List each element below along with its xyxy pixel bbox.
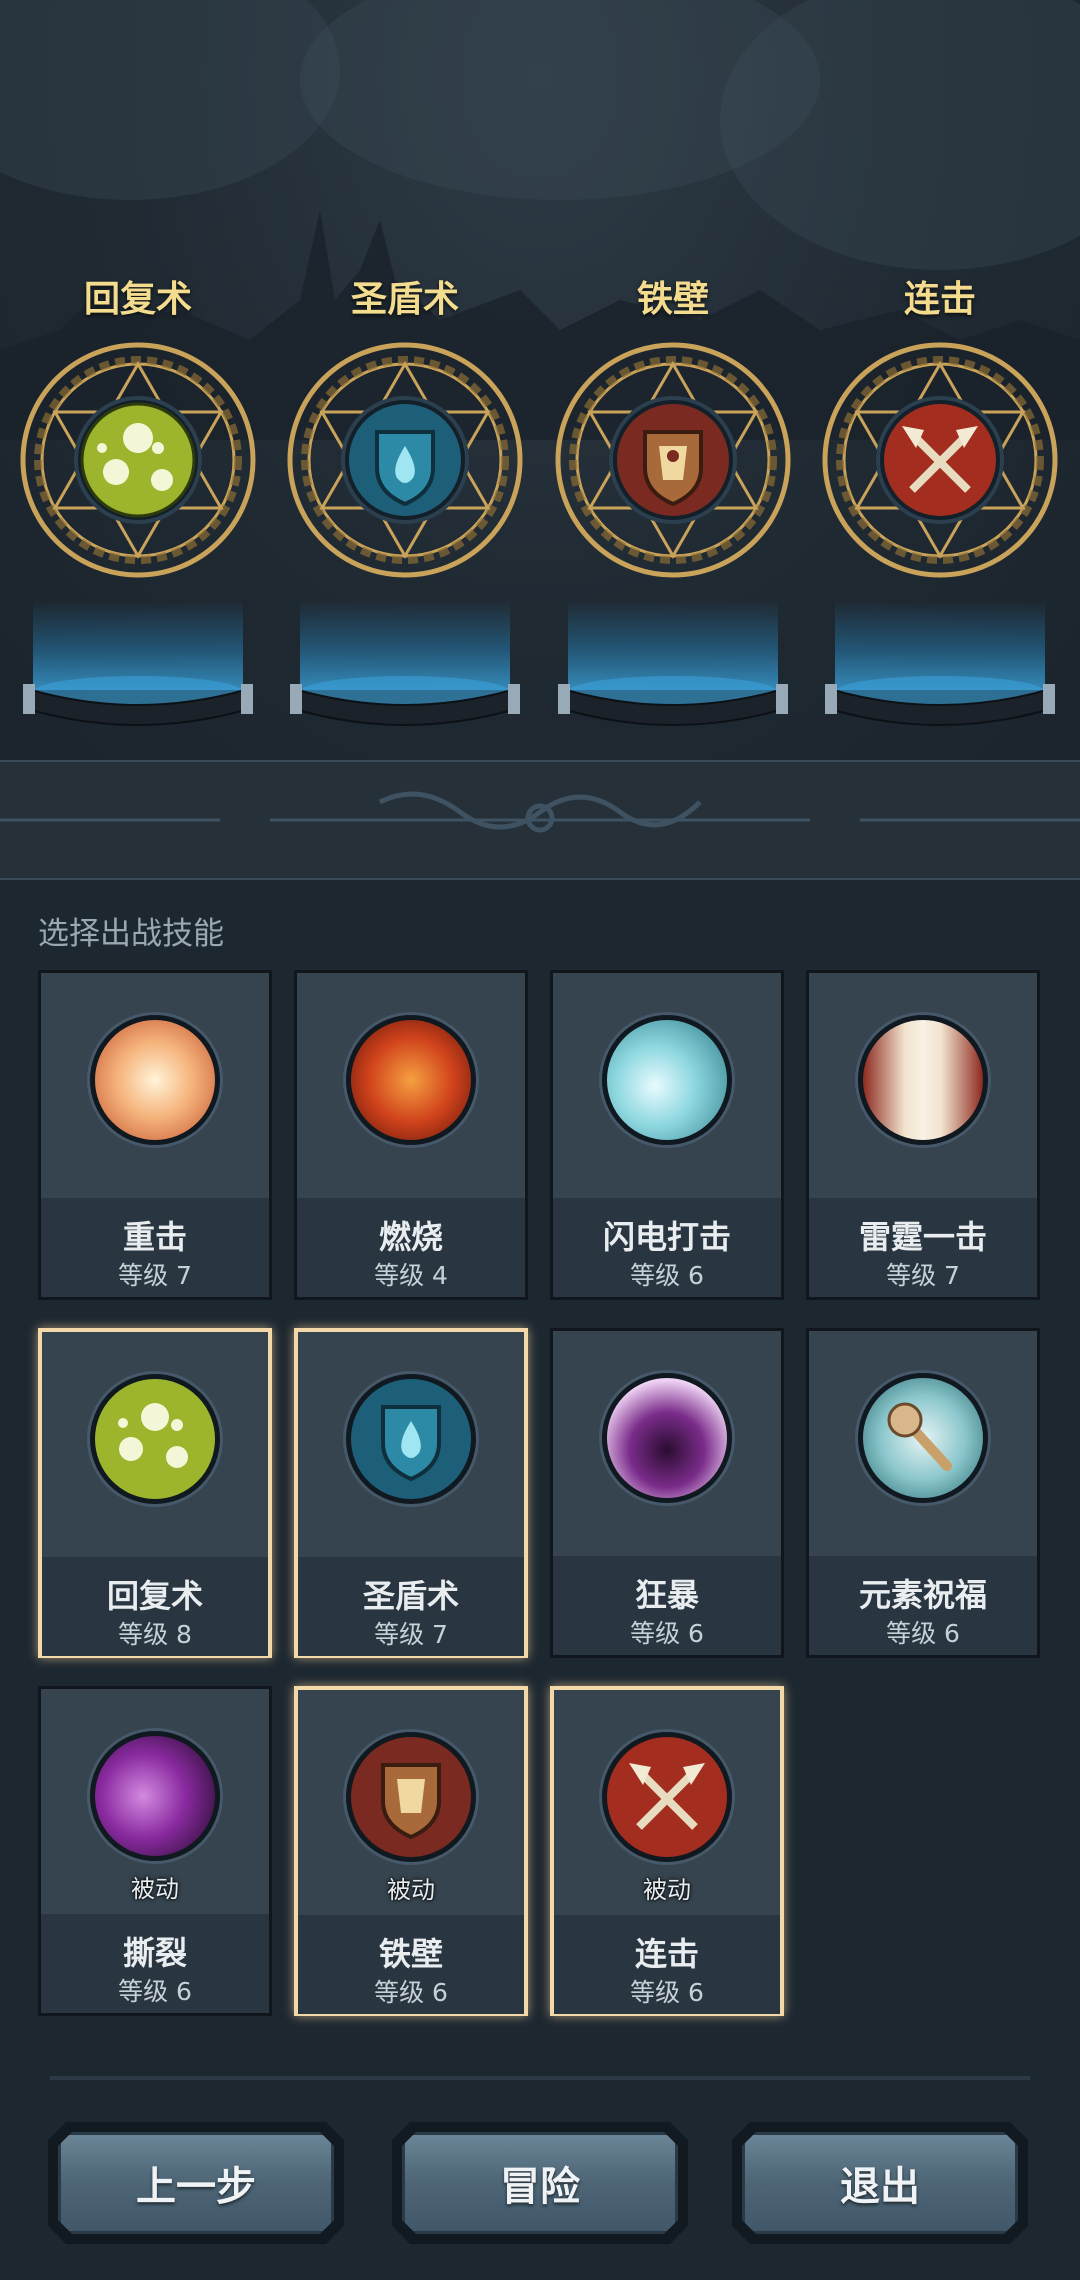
skill-icon-area — [809, 1331, 1037, 1556]
skill-info: 闪电打击 等级 6 — [553, 1198, 781, 1297]
skill-card-heavy-strike[interactable]: 重击 等级 7 — [38, 970, 272, 1300]
equipped-slot-2[interactable]: 圣盾术 — [280, 270, 530, 730]
skill-level: 等级 8 — [118, 1620, 192, 1649]
skill-icon-area: 被动 — [298, 1690, 524, 1915]
tear-claw-icon — [90, 1731, 220, 1861]
skill-icon-area — [297, 973, 525, 1198]
pedestal — [290, 676, 520, 726]
skill-level: 等级 6 — [630, 1261, 704, 1290]
equipped-skill-name: 圣盾术 — [350, 279, 459, 320]
skill-info: 铁壁 等级 6 — [298, 1915, 524, 2014]
back-button[interactable]: 上一步 — [48, 2122, 344, 2244]
skill-name: 雷霆一击 — [858, 1218, 987, 1256]
healing-bubbles-icon — [90, 1374, 220, 1504]
equipped-skills-scene: 回复术 圣盾术 铁壁 连击 — [0, 0, 1080, 760]
skill-level: 等级 7 — [886, 1261, 960, 1290]
skill-info: 雷霆一击 等级 7 — [809, 1198, 1037, 1297]
skill-level: 等级 7 — [118, 1261, 192, 1290]
skill-icon-area — [42, 1332, 268, 1557]
water-shield-icon — [285, 340, 525, 580]
skill-name: 回复术 — [106, 1577, 203, 1615]
skill-card-tear[interactable]: 被动 撕裂 等级 6 — [38, 1686, 272, 2016]
passive-tag: 被动 — [643, 1876, 691, 1904]
skill-icon-area — [298, 1332, 524, 1557]
skill-card-burn[interactable]: 燃烧 等级 4 — [294, 970, 528, 1300]
skill-name: 铁壁 — [378, 1935, 443, 1973]
skill-icon-area — [553, 973, 781, 1198]
skill-info: 狂暴 等级 6 — [553, 1556, 781, 1655]
equipped-skill-name: 回复术 — [83, 279, 192, 320]
skill-card-element-blessing[interactable]: 元素祝福 等级 6 — [806, 1328, 1040, 1658]
passive-tag: 被动 — [131, 1875, 179, 1903]
skill-card-lightning-strike[interactable]: 闪电打击 等级 6 — [550, 970, 784, 1300]
adventure-button-label: 冒险 — [500, 2164, 580, 2210]
smash-burst-icon — [90, 1015, 220, 1145]
skill-card-combo[interactable]: 被动 连击 等级 6 — [550, 1686, 784, 2016]
skill-name: 狂暴 — [634, 1576, 699, 1614]
skill-icon-area — [809, 973, 1037, 1198]
thunder-strike-icon — [858, 1015, 988, 1145]
skill-name: 连击 — [634, 1935, 699, 1973]
water-shield-icon — [346, 1374, 476, 1504]
bottom-separator — [50, 2076, 1030, 2080]
iron-wall-shield-icon — [553, 340, 793, 580]
skill-info: 连击 等级 6 — [554, 1915, 780, 2014]
skill-info: 元素祝福 等级 6 — [809, 1556, 1037, 1655]
skill-card-heal[interactable]: 回复术 等级 8 — [38, 1328, 272, 1658]
skill-info: 燃烧 等级 4 — [297, 1198, 525, 1297]
pedestal — [558, 676, 788, 726]
crossed-axes-icon — [820, 340, 1060, 580]
healing-bubbles-icon — [18, 340, 258, 580]
skill-info: 圣盾术 等级 7 — [298, 1557, 524, 1656]
iron-wall-shield-icon — [346, 1732, 476, 1862]
skill-icon-area — [41, 973, 269, 1198]
exit-button[interactable]: 退出 — [732, 2122, 1028, 2244]
skill-icon-area: 被动 — [41, 1689, 269, 1914]
background-cloud — [0, 0, 340, 200]
skill-card-berserk[interactable]: 狂暴 等级 6 — [550, 1328, 784, 1658]
skill-name: 重击 — [122, 1218, 187, 1256]
ornament-divider — [0, 760, 1080, 880]
skill-icon-area: 被动 — [554, 1690, 780, 1915]
skill-name: 撕裂 — [122, 1934, 187, 1972]
equipped-skill-name: 铁壁 — [636, 279, 709, 320]
skill-level: 等级 7 — [374, 1620, 448, 1649]
section-title: 选择出战技能 — [38, 916, 224, 952]
skill-card-holy-shield[interactable]: 圣盾术 等级 7 — [294, 1328, 528, 1658]
skill-info: 回复术 等级 8 — [42, 1557, 268, 1656]
equipped-slot-3[interactable]: 铁壁 — [548, 270, 798, 730]
skill-name: 闪电打击 — [602, 1218, 731, 1256]
pedestal — [825, 676, 1055, 726]
skill-level: 等级 6 — [886, 1619, 960, 1648]
exit-button-label: 退出 — [840, 2164, 920, 2210]
fire-swirl-icon — [346, 1015, 476, 1145]
skill-card-thunder-strike[interactable]: 雷霆一击 等级 7 — [806, 970, 1040, 1300]
skill-info: 重击 等级 7 — [41, 1198, 269, 1297]
berserk-icon — [602, 1373, 732, 1503]
crossed-axes-icon — [602, 1732, 732, 1862]
passive-tag: 被动 — [387, 1876, 435, 1904]
skill-name: 圣盾术 — [362, 1577, 459, 1615]
ornament-swirl — [0, 791, 1080, 833]
skill-level: 等级 6 — [630, 1978, 704, 2007]
lightning-orb-icon — [602, 1015, 732, 1145]
skill-level: 等级 6 — [118, 1977, 192, 2006]
skill-level: 等级 6 — [374, 1978, 448, 2007]
skill-level: 等级 4 — [374, 1261, 448, 1290]
skill-info: 撕裂 等级 6 — [41, 1914, 269, 2013]
skill-card-iron-wall[interactable]: 被动 铁壁 等级 6 — [294, 1686, 528, 2016]
skill-level: 等级 6 — [630, 1619, 704, 1648]
equipped-slot-1[interactable]: 回复术 — [13, 270, 263, 730]
skill-name: 燃烧 — [378, 1218, 443, 1256]
skill-icon-area — [553, 1331, 781, 1556]
adventure-button[interactable]: 冒险 — [392, 2122, 688, 2244]
back-button-label: 上一步 — [136, 2164, 256, 2210]
equipped-skill-name: 连击 — [903, 279, 976, 320]
skill-name: 元素祝福 — [858, 1576, 987, 1614]
pedestal — [23, 676, 253, 726]
equipped-slot-4[interactable]: 连击 — [815, 270, 1065, 730]
element-hammer-icon — [858, 1373, 988, 1503]
